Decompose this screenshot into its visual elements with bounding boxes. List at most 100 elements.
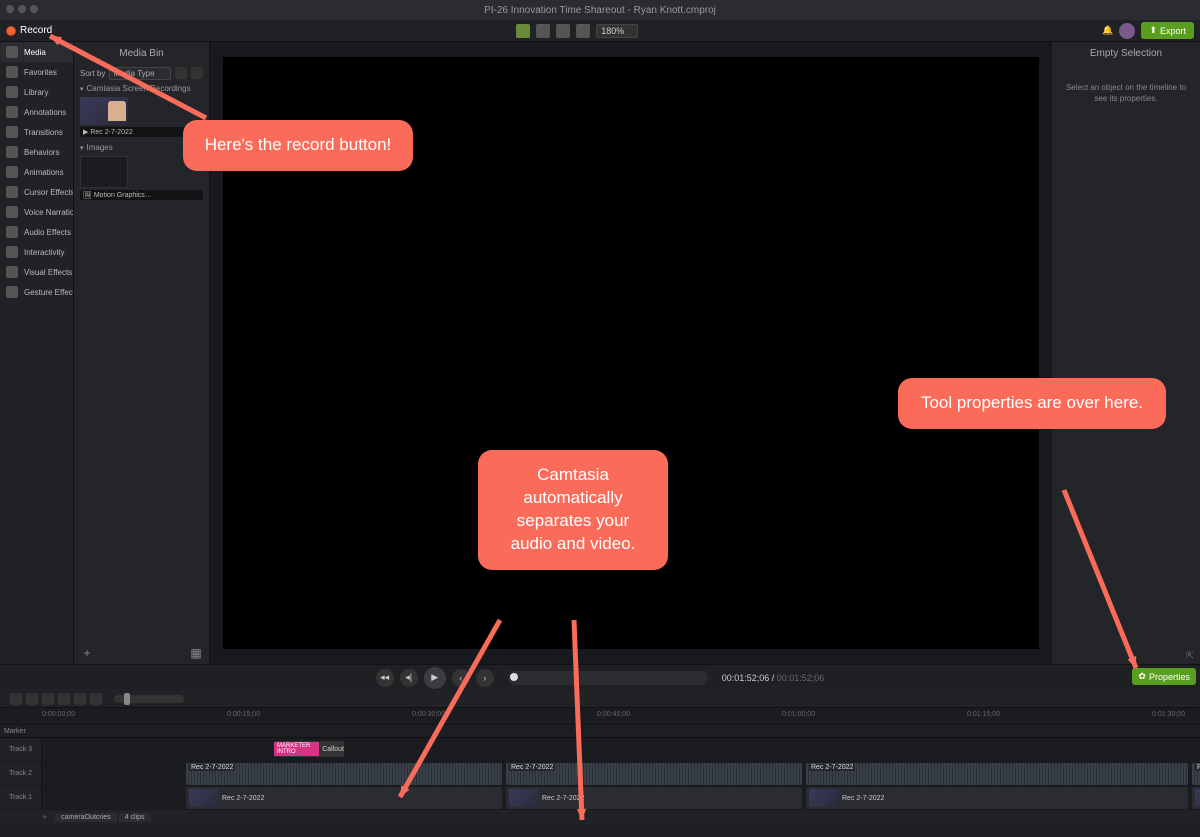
- ruler-tick-label: 0:00:00;00: [42, 711, 75, 718]
- properties-button[interactable]: ✿Properties: [1132, 668, 1196, 685]
- marker-track[interactable]: Marker: [0, 724, 1200, 738]
- track-header[interactable]: Track 3: [0, 738, 42, 761]
- timeline-track[interactable]: Track 1Rec 2-7-2022Rec 2-7-2022Rec 2-7-2…: [0, 786, 1200, 810]
- playback-bar: ◂◂ ◂| ▶ ‹ › 00:01:52;06 / 00:01:52;06 ⇱ …: [0, 664, 1200, 690]
- move-tool-icon[interactable]: [536, 24, 550, 38]
- sidebar-icon: [6, 66, 18, 78]
- sidebar-icon: [6, 86, 18, 98]
- window-titlebar: PI-26 Innovation Time Shareout - Ryan Kn…: [0, 0, 1200, 20]
- timeline-clip[interactable]: Rec 2-7-2022: [506, 787, 802, 809]
- timeline-clip[interactable]: Rec 2: [1192, 787, 1200, 809]
- step-back-button[interactable]: ◂|: [400, 669, 418, 687]
- gear-icon: ✿: [1138, 671, 1146, 682]
- track-content[interactable]: Rec 2-7-2022Rec 2-7-2022Rec 2-7-2022Rec …: [42, 786, 1200, 809]
- annotation-callout: Here's the record button!: [183, 120, 413, 171]
- sidebar-icon: [6, 186, 18, 198]
- media-category-header[interactable]: Camtasia Screen Recordings: [74, 82, 209, 95]
- sidebar-icon: [6, 286, 18, 298]
- media-thumbnail[interactable]: [80, 97, 128, 125]
- ruler-tick-label: 0:00:30;00: [412, 711, 445, 718]
- timeline-clip[interactable]: Rec 2-7-2022: [186, 763, 502, 785]
- timeline-track[interactable]: Track 2Rec 2-7-2022Rec 2-7-2022Rec 2-7-2…: [0, 762, 1200, 786]
- redo-button[interactable]: [26, 693, 38, 705]
- add-track-button[interactable]: +: [42, 812, 47, 822]
- timeline-clip[interactable]: Rec 2-7-2022: [186, 787, 502, 809]
- pointer-tool-icon[interactable]: [516, 24, 530, 38]
- sidebar-item-animations[interactable]: Animations: [0, 162, 73, 182]
- split-button[interactable]: [90, 693, 102, 705]
- timeline-tabs: + cameraOutcries4 clips: [0, 810, 1200, 824]
- sidebar-item-voice-narration[interactable]: Voice Narration: [0, 202, 73, 222]
- sidebar-item-behaviors[interactable]: Behaviors: [0, 142, 73, 162]
- sidebar-item-favorites[interactable]: Favorites: [0, 62, 73, 82]
- magnify-tool-icon[interactable]: [576, 24, 590, 38]
- timeline-clip[interactable]: Rec 2: [1192, 763, 1200, 785]
- sidebar-item-media[interactable]: Media: [0, 42, 73, 62]
- sidebar-item-interactivity[interactable]: Interactivity: [0, 242, 73, 262]
- main-toolbar: Record 180% 🔔 ⬆Export: [0, 20, 1200, 42]
- sidebar-item-gesture-effects[interactable]: Gesture Effects: [0, 282, 73, 302]
- sidebar-icon: [6, 146, 18, 158]
- canvas-tools: 180%: [516, 24, 638, 38]
- detach-preview-icon[interactable]: ⇱: [1186, 651, 1200, 665]
- sidebar-item-visual-effects[interactable]: Visual Effects: [0, 262, 73, 282]
- sort-dir-toggle[interactable]: [175, 67, 187, 79]
- paste-button[interactable]: [74, 693, 86, 705]
- track-content[interactable]: Rec 2-7-2022Rec 2-7-2022Rec 2-7-2022Rec …: [42, 762, 1200, 785]
- timeline-panel: 0:00:00;00 0:00:15;00 0:00:30;00 0:00:45;00…: [0, 690, 1200, 837]
- media-view-grid[interactable]: ▦: [189, 646, 203, 660]
- sidebar-icon: [6, 166, 18, 178]
- cut-button[interactable]: [42, 693, 54, 705]
- ruler-tick-label: 0:01:00;00: [782, 711, 815, 718]
- view-toggle[interactable]: [191, 67, 203, 79]
- notification-icon[interactable]: 🔔: [1102, 25, 1113, 36]
- timeline-tab[interactable]: cameraOutcries: [55, 813, 116, 822]
- next-marker-button[interactable]: ›: [476, 669, 494, 687]
- undo-button[interactable]: [10, 693, 22, 705]
- sidebar-item-annotations[interactable]: Annotations: [0, 102, 73, 122]
- ruler-tick-label: 0:01:15;00: [967, 711, 1000, 718]
- step-fwd-button[interactable]: ‹: [452, 669, 470, 687]
- timeline-ruler[interactable]: 0:00:00;00 0:00:15;00 0:00:30;00 0:00:45;00…: [0, 708, 1200, 724]
- track-header[interactable]: Track 2: [0, 762, 42, 785]
- track-header[interactable]: Track 1: [0, 786, 42, 809]
- timeline-zoom-slider[interactable]: [114, 695, 184, 703]
- sidebar-icon: [6, 106, 18, 118]
- seek-slider[interactable]: [508, 671, 708, 685]
- sidebar-item-audio-effects[interactable]: Audio Effects: [0, 222, 73, 242]
- sidebar-item-transitions[interactable]: Transitions: [0, 122, 73, 142]
- crop-tool-icon[interactable]: [556, 24, 570, 38]
- timeline-clip[interactable]: Rec 2-7-2022: [806, 763, 1188, 785]
- add-media-button[interactable]: +: [80, 646, 94, 660]
- ruler-tick-label: 0:00:45;00: [597, 711, 630, 718]
- play-button[interactable]: ▶: [424, 667, 446, 689]
- copy-button[interactable]: [58, 693, 70, 705]
- zoom-dropdown[interactable]: 180%: [596, 24, 638, 38]
- sort-dropdown[interactable]: Media Type: [109, 67, 171, 80]
- prev-marker-button[interactable]: ◂◂: [376, 669, 394, 687]
- sidebar-item-cursor-effects[interactable]: Cursor Effects: [0, 182, 73, 202]
- timeline-clip[interactable]: Rec 2-7-2022: [806, 787, 1188, 809]
- timeline-tab[interactable]: 4 clips: [119, 813, 151, 822]
- properties-title: Empty Selection: [1052, 42, 1200, 64]
- ruler-tick-label: 0:01:30;00: [1152, 711, 1185, 718]
- timeline-clip[interactable]: Rec 2-7-2022: [506, 763, 802, 785]
- annotation-callout: Camtasia automatically separates your au…: [478, 450, 668, 570]
- export-button[interactable]: ⬆Export: [1141, 22, 1194, 39]
- record-button[interactable]: Record: [6, 25, 52, 36]
- annotation-callout: Tool properties are over here.: [898, 378, 1166, 429]
- media-bin-title: Media Bin: [74, 42, 209, 64]
- timeline-clip[interactable]: MARKETER INTROCallout: [274, 741, 344, 757]
- media-thumbnail[interactable]: [80, 156, 128, 188]
- traffic-lights[interactable]: [6, 5, 38, 13]
- avatar[interactable]: [1119, 23, 1135, 39]
- properties-panel: Empty Selection Select an object on the …: [1052, 42, 1200, 664]
- ruler-tick-label: 0:00:15;00: [227, 711, 260, 718]
- timeline-track[interactable]: Track 3 MARKETER INTROCallout: [0, 738, 1200, 762]
- sidebar-item-library[interactable]: Library: [0, 82, 73, 102]
- tool-sidebar: MediaFavoritesLibraryAnnotationsTransiti…: [0, 42, 74, 664]
- record-icon: [6, 26, 16, 36]
- timeline-toolbar: [0, 690, 1200, 708]
- track-content[interactable]: MARKETER INTROCallout: [42, 738, 1200, 761]
- sidebar-icon: [6, 266, 18, 278]
